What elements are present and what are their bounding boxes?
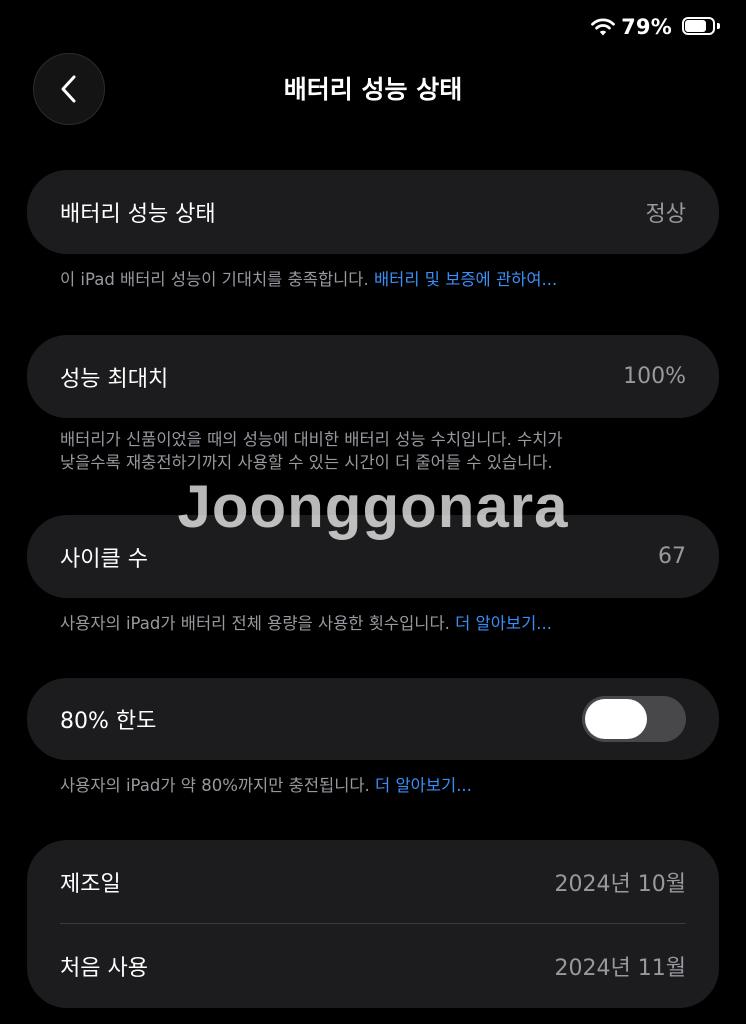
max-capacity-row: 성능 최대치 100%: [60, 335, 686, 418]
cycle-count-card: 사이클 수 67: [27, 515, 719, 598]
max-capacity-label: 성능 최대치: [60, 366, 169, 392]
limit-80-footnote-text: 사용자의 iPad가 약 80%까지만 충전됩니다.: [60, 776, 376, 795]
first-use-label: 처음 사용: [60, 956, 148, 981]
cycle-count-label: 사이클 수: [60, 546, 148, 572]
cycle-count-footnote: 사용자의 iPad가 배터리 전체 용량을 사용한 횟수입니다. 더 알아보기.…: [60, 612, 706, 635]
first-use-row: 처음 사용 2024년 11월: [60, 924, 686, 1008]
page-title: 배터리 성능 상태: [283, 75, 463, 104]
battery-health-card: 배터리 성능 상태 정상: [27, 170, 719, 254]
dates-card: 제조일 2024년 10월 처음 사용 2024년 11월: [27, 840, 719, 1008]
status-bar: 79%: [591, 12, 720, 42]
wifi-icon: [591, 18, 616, 36]
battery-icon: [682, 17, 720, 37]
cycle-count-value: 67: [658, 544, 686, 569]
battery-health-footnote-text: 이 iPad 배터리 성능이 기대치를 충족합니다.: [60, 270, 374, 289]
manufacture-date-row: 제조일 2024년 10월: [60, 840, 686, 924]
battery-percent: 79%: [621, 15, 672, 39]
max-capacity-footnote-line2: 낮을수록 재충전하기까지 사용할 수 있는 시간이 더 줄어들 수 있습니다.: [60, 453, 553, 472]
manufacture-date-value: 2024년 10월: [554, 872, 686, 897]
limit-80-card: 80% 한도: [27, 678, 719, 760]
battery-health-footnote: 이 iPad 배터리 성능이 기대치를 충족합니다. 배터리 및 보증에 관하여…: [60, 268, 706, 291]
cycle-count-row: 사이클 수 67: [60, 515, 686, 598]
manufacture-date-label: 제조일: [60, 872, 121, 897]
first-use-value: 2024년 11월: [554, 956, 686, 981]
limit-80-footnote: 사용자의 iPad가 약 80%까지만 충전됩니다. 더 알아보기...: [60, 774, 706, 797]
limit-80-learn-more-link[interactable]: 더 알아보기...: [375, 776, 472, 795]
battery-health-row: 배터리 성능 상태 정상: [60, 170, 686, 254]
battery-health-label: 배터리 성능 상태: [60, 202, 216, 227]
max-capacity-footnote-line1: 배터리가 신품이었을 때의 성능에 대비한 배터리 성능 수치입니다. 수치가: [60, 430, 563, 449]
max-capacity-card: 성능 최대치 100%: [27, 335, 719, 418]
limit-80-toggle[interactable]: [582, 696, 686, 742]
battery-health-value: 정상: [645, 202, 686, 227]
cycle-count-footnote-text: 사용자의 iPad가 배터리 전체 용량을 사용한 횟수입니다.: [60, 614, 456, 633]
limit-80-row: 80% 한도: [60, 678, 686, 760]
battery-warranty-link[interactable]: 배터리 및 보증에 관하여...: [374, 270, 557, 289]
limit-80-label: 80% 한도: [60, 709, 157, 734]
max-capacity-value: 100%: [623, 364, 686, 389]
max-capacity-footnote: 배터리가 신품이었을 때의 성능에 대비한 배터리 성능 수치입니다. 수치가 …: [60, 428, 706, 474]
cycle-count-learn-more-link[interactable]: 더 알아보기...: [455, 614, 552, 633]
toggle-knob: [585, 699, 647, 739]
battery-cap: [717, 23, 720, 29]
battery-level-fill: [685, 20, 706, 32]
